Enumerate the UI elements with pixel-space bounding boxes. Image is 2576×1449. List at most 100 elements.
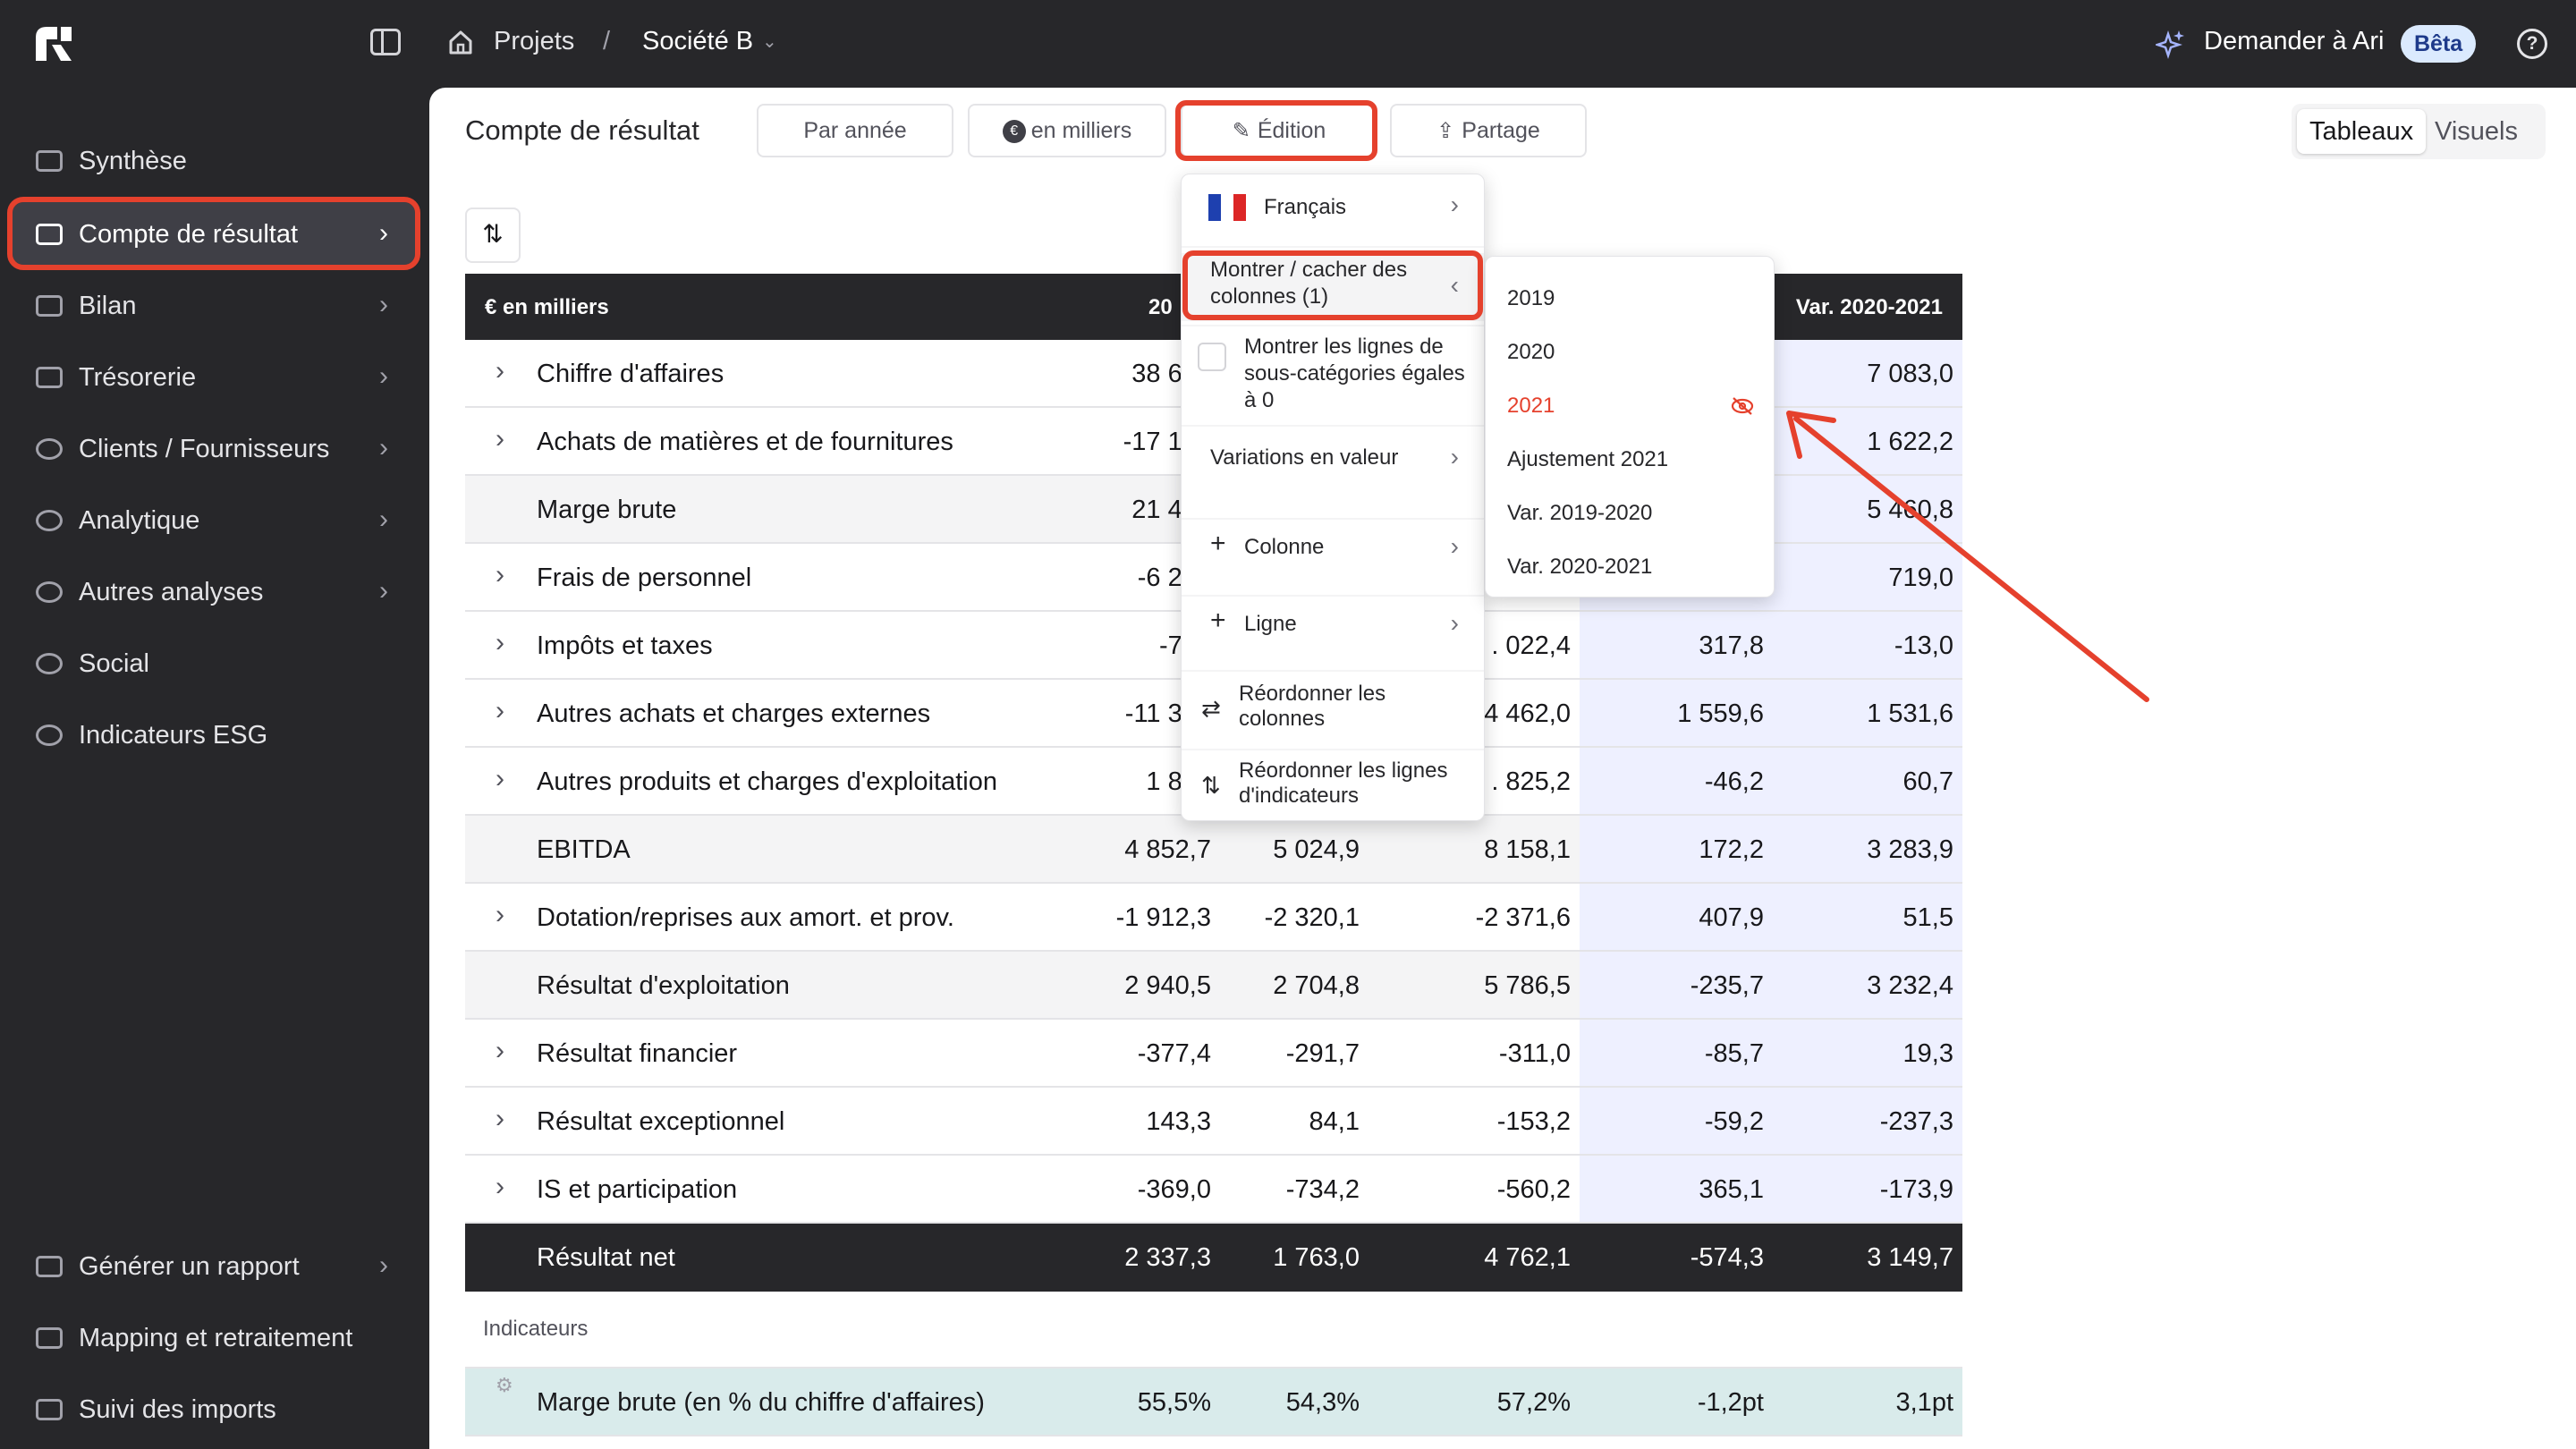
row-label: Autres produits et charges d'exploitatio… bbox=[537, 767, 997, 796]
chevron-right-icon: › bbox=[1450, 609, 1459, 637]
breadcrumb-company[interactable]: Société B bbox=[642, 27, 753, 56]
chevron-down-icon[interactable]: ⌄ bbox=[762, 30, 777, 53]
menu-item-reorder-rows[interactable]: ⇅ Réordonner les lignes d'indicateurs bbox=[1182, 756, 1484, 818]
sidebar-item-tresorerie[interactable]: Trésorerie › bbox=[13, 345, 415, 408]
gear-icon[interactable]: ⚙ bbox=[496, 1374, 513, 1397]
row-label: Marge brute (en % du chiffre d'affaires) bbox=[537, 1388, 985, 1417]
table-row[interactable]: › Résultat financier -377,4 -291,7 -311,0 -85… bbox=[465, 1020, 1962, 1088]
book-icon bbox=[36, 295, 63, 317]
sidebar-item-label: Suivi des imports bbox=[79, 1395, 276, 1424]
column-toggle-item[interactable]: Ajustement 2021 bbox=[1486, 436, 1774, 486]
column-label: Var. 2020-2021 bbox=[1507, 555, 1653, 579]
sidebar-item-social[interactable]: Social bbox=[13, 631, 415, 694]
sidebar-item-label: Compte de résultat bbox=[79, 220, 299, 249]
top-bar: Projets / Société B ⌄ Demander à Ari Bêt… bbox=[0, 0, 2576, 88]
menu-item-show-zero-subcategories[interactable]: Montrer les lignes de sous-catégories ég… bbox=[1182, 326, 1484, 416]
sidebar-item-compte-de-resultat[interactable]: Compte de résultat › bbox=[7, 197, 420, 270]
bicycle-icon bbox=[36, 581, 63, 603]
chevron-right-icon[interactable]: › bbox=[496, 764, 504, 794]
swap-vertical-icon: ⇅ bbox=[1201, 772, 1221, 799]
column-toggle-item[interactable]: 2020 bbox=[1486, 328, 1774, 378]
column-label: Ajustement 2021 bbox=[1507, 447, 1669, 471]
share-icon: ⇪ bbox=[1436, 119, 1455, 143]
chevron-right-icon: › bbox=[379, 361, 388, 391]
sort-icon[interactable]: ⇅ bbox=[465, 208, 521, 263]
checkbox[interactable] bbox=[1198, 343, 1226, 371]
table-row[interactable]: › Résultat exceptionnel 143,3 84,1 -153,2 -59… bbox=[465, 1088, 1962, 1156]
sidebar-item-generer-rapport[interactable]: Générer un rapport › bbox=[13, 1234, 415, 1297]
row-value: -173,9 bbox=[1879, 1175, 1953, 1204]
row-value: 57,2% bbox=[1496, 1388, 1571, 1417]
swap-horizontal-icon: ⇄ bbox=[1201, 695, 1221, 722]
chevron-right-icon[interactable]: › bbox=[496, 1104, 504, 1134]
row-value: 1 559,6 bbox=[1677, 699, 1764, 728]
tab-tableaux[interactable]: Tableaux bbox=[2297, 109, 2427, 154]
breadcrumb-projects[interactable]: Projets bbox=[494, 27, 574, 56]
column-toggle-item[interactable]: Var. 2020-2021 bbox=[1486, 543, 1774, 593]
unit-select[interactable]: € en milliers bbox=[968, 104, 1166, 157]
sidebar-item-indicateurs-esg[interactable]: Indicateurs ESG bbox=[13, 703, 415, 766]
home-icon[interactable] bbox=[447, 29, 474, 55]
sidebar-item-synthese[interactable]: Synthèse bbox=[13, 129, 415, 191]
sidebar-item-bilan[interactable]: Bilan › bbox=[13, 274, 415, 336]
row-value: 4 762,1 bbox=[1484, 1243, 1571, 1272]
import-icon bbox=[36, 1399, 63, 1420]
reorder-rows-line2: d'indicateurs bbox=[1239, 784, 1359, 808]
menu-item-add-column[interactable]: + Colonne › bbox=[1182, 527, 1484, 577]
ask-ari-button[interactable]: Demander à Ari bbox=[2204, 27, 2385, 56]
chevron-right-icon: › bbox=[1450, 443, 1459, 470]
row-value: -1,2pt bbox=[1697, 1388, 1764, 1417]
chevron-right-icon: › bbox=[379, 1250, 388, 1280]
help-icon[interactable]: ? bbox=[2517, 29, 2547, 59]
subcat-label-line1: Montrer les lignes de bbox=[1244, 335, 1444, 359]
sidebar-toggle-icon[interactable] bbox=[370, 29, 401, 55]
header-col-1: 20 bbox=[1148, 295, 1173, 319]
chevron-right-icon[interactable]: › bbox=[496, 900, 504, 930]
indicator-row[interactable]: ⚙ Marge brute (en % du chiffre d'affaires… bbox=[465, 1368, 1962, 1436]
table-row[interactable]: › Dotation/reprises aux amort. et prov. -1… bbox=[465, 884, 1962, 952]
chevron-right-icon[interactable]: › bbox=[496, 628, 504, 658]
sidebar-item-label: Bilan bbox=[79, 292, 137, 320]
column-toggle-item[interactable]: 2019 bbox=[1486, 275, 1774, 325]
menu-item-language[interactable]: Français › bbox=[1182, 174, 1484, 241]
column-toggle-item[interactable]: Var. 2019-2020 bbox=[1486, 489, 1774, 539]
menu-item-reorder-columns[interactable]: ⇄ Réordonner les colonnes bbox=[1182, 679, 1484, 741]
sidebar-item-mapping[interactable]: Mapping et retraitement bbox=[13, 1306, 415, 1368]
highlight-edit-button bbox=[1175, 100, 1377, 161]
tab-visuels[interactable]: Visuels bbox=[2422, 109, 2530, 154]
share-button[interactable]: ⇪ Partage bbox=[1390, 104, 1587, 157]
menu-item-variations[interactable]: Variations en valeur › bbox=[1182, 428, 1484, 491]
chevron-right-icon[interactable]: › bbox=[496, 560, 504, 590]
row-label: IS et participation bbox=[537, 1175, 738, 1204]
app-logo[interactable] bbox=[34, 25, 73, 63]
reorder-rows-line1: Réordonner les lignes bbox=[1239, 758, 1448, 783]
row-label: Frais de personnel bbox=[537, 564, 752, 592]
column-toggle-item[interactable]: 2021 bbox=[1486, 382, 1774, 432]
sidebar-item-suivi-imports[interactable]: Suivi des imports bbox=[13, 1377, 415, 1440]
period-select[interactable]: Par année bbox=[757, 104, 953, 157]
row-value: -734,2 bbox=[1285, 1175, 1360, 1204]
reorder-columns-line1: Réordonner les bbox=[1239, 682, 1386, 706]
chevron-right-icon[interactable]: › bbox=[496, 696, 504, 726]
header-col-var-2020-2021: Var. 2020-2021 bbox=[1795, 295, 1943, 319]
row-value: -85,7 bbox=[1704, 1039, 1764, 1068]
row-value: 3 232,4 bbox=[1867, 971, 1953, 1000]
sidebar-item-analytique[interactable]: Analytique › bbox=[13, 488, 415, 551]
chevron-right-icon[interactable]: › bbox=[496, 424, 504, 454]
row-value: 54,3% bbox=[1285, 1388, 1360, 1417]
france-flag-icon bbox=[1208, 194, 1246, 221]
sidebar-item-label: Social bbox=[79, 649, 149, 678]
sidebar-item-autres-analyses[interactable]: Autres analyses › bbox=[13, 560, 415, 623]
eye-off-icon[interactable] bbox=[1731, 396, 1754, 416]
table-row[interactable]: › IS et participation -369,0 -734,2 -560,2 36… bbox=[465, 1156, 1962, 1224]
row-label: Impôts et taxes bbox=[537, 631, 713, 660]
row-value: 3 149,7 bbox=[1867, 1243, 1953, 1272]
menu-item-add-row[interactable]: + Ligne › bbox=[1182, 604, 1484, 654]
table-row: Résultat net 2 337,3 1 763,0 4 762,1 -574,3 3… bbox=[465, 1224, 1962, 1292]
chevron-right-icon[interactable]: › bbox=[496, 1036, 504, 1066]
chevron-right-icon: › bbox=[1450, 191, 1459, 218]
copy-icon bbox=[36, 1327, 63, 1349]
chevron-right-icon[interactable]: › bbox=[496, 1172, 504, 1202]
sidebar-item-clients-fournisseurs[interactable]: Clients / Fournisseurs › bbox=[13, 417, 415, 479]
chevron-right-icon[interactable]: › bbox=[496, 356, 504, 386]
